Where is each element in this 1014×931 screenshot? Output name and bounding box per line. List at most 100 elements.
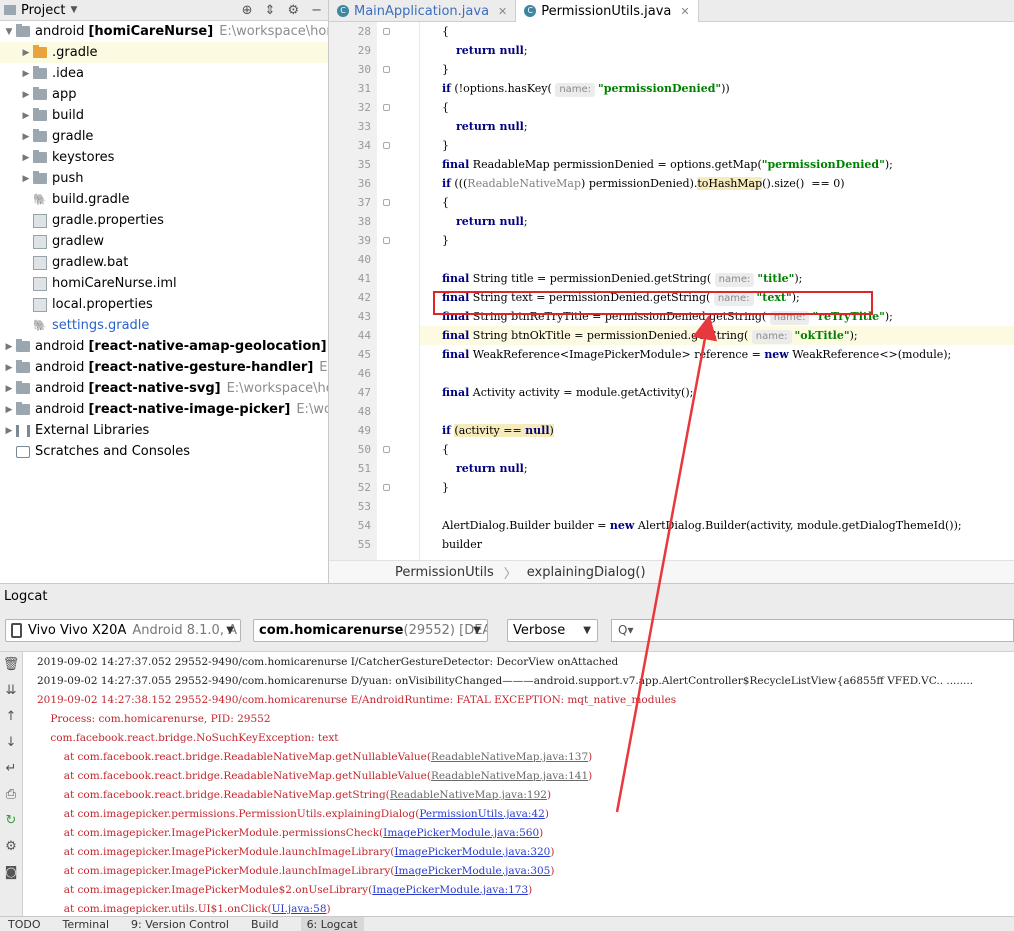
trash-icon[interactable]: 🗑: [0, 652, 22, 678]
fold-marker-icon[interactable]: [383, 104, 390, 111]
tool-window-tab[interactable]: 9: Version Control: [131, 917, 229, 931]
stack-trace-link[interactable]: ImagePickerModule.java:320: [394, 846, 550, 858]
tree-item[interactable]: ▶ android [react-native-gesture-handler] E…: [0, 357, 328, 378]
tree-item-label: gradle: [52, 129, 94, 144]
tree-item[interactable]: ▶ app: [0, 84, 328, 105]
stack-trace-link[interactable]: UI.java:58: [272, 903, 327, 915]
logcat-title: Logcat: [0, 583, 1014, 609]
scroll-to-end-icon[interactable]: ⇊: [0, 678, 22, 704]
tree-item[interactable]: ▶ .gradle: [0, 42, 328, 63]
stack-trace-link[interactable]: PermissionUtils.java:42: [419, 808, 544, 820]
up-icon[interactable]: ↑: [0, 704, 22, 730]
collapsed-arrow-icon[interactable]: ▶: [2, 342, 16, 352]
collapsed-arrow-icon[interactable]: ▶: [19, 153, 33, 163]
breadcrumb-method[interactable]: explainingDialog(): [527, 565, 646, 580]
folder-icon: [16, 402, 30, 415]
fold-marker-icon[interactable]: [383, 28, 390, 35]
camera-icon[interactable]: ◙: [0, 860, 22, 886]
logcat-output[interactable]: 2019-09-02 14:27:37.052 29552-9490/com.h…: [23, 652, 1014, 916]
code-line: return null;: [456, 215, 528, 228]
collapsed-arrow-icon[interactable]: ▶: [19, 111, 33, 121]
tree-item[interactable]: gradlew: [0, 231, 328, 252]
stack-trace-link[interactable]: ReadableNativeMap.java:141: [431, 770, 588, 782]
tree-item[interactable]: Scratches and Consoles: [0, 441, 328, 462]
collapsed-arrow-icon[interactable]: ▶: [19, 132, 33, 142]
tab-main-application[interactable]: C MainApplication.java ✕: [329, 0, 517, 22]
phone-icon: [11, 623, 22, 638]
soft-wrap-icon[interactable]: ↵: [0, 756, 22, 782]
collapsed-arrow-icon[interactable]: ▶: [19, 48, 33, 58]
folder-icon: [33, 129, 47, 142]
collapsed-arrow-icon[interactable]: ▶: [19, 174, 33, 184]
hide-icon[interactable]: −: [311, 3, 322, 18]
tree-item[interactable]: homiCareNurse.iml: [0, 273, 328, 294]
collapse-icon[interactable]: ⇕: [265, 3, 276, 18]
tool-window-tab[interactable]: Build: [251, 917, 279, 931]
fold-marker-icon[interactable]: [383, 142, 390, 149]
gear-icon[interactable]: ⚙: [287, 3, 299, 18]
tree-item[interactable]: ▶ push: [0, 168, 328, 189]
log-line: 2019-09-02 14:27:38.152 29552-9490/com.h…: [37, 694, 677, 706]
stack-trace-link[interactable]: ImagePickerModule.java:305: [394, 865, 550, 877]
fold-marker-icon[interactable]: [383, 199, 390, 206]
project-view-selector[interactable]: Project ▼: [4, 3, 77, 18]
tree-item-label: homiCareNurse.iml: [52, 276, 177, 291]
tree-item[interactable]: ▶ gradle: [0, 126, 328, 147]
collapsed-arrow-icon[interactable]: ▶: [19, 90, 33, 100]
device-selector[interactable]: Vivo Vivo X20A Android 8.1.0, A ▼: [5, 619, 241, 642]
expanded-arrow-icon[interactable]: ▼: [2, 27, 16, 37]
tab-permission-utils[interactable]: C PermissionUtils.java ✕: [516, 0, 699, 22]
collapsed-arrow-icon[interactable]: ▶: [2, 405, 16, 415]
stack-trace-link[interactable]: ReadableNativeMap.java:192: [390, 789, 547, 801]
tree-item[interactable]: 🐘 build.gradle: [0, 189, 328, 210]
collapsed-arrow-icon[interactable]: ▶: [2, 384, 16, 394]
project-tree: ▼ android [homiCareNurse] E:\workspace\hom…: [0, 21, 328, 462]
line-number: 49: [357, 424, 371, 437]
fold-marker-icon[interactable]: [383, 237, 390, 244]
tree-item[interactable]: ▶ android [react-native-svg] E:\workspace\…: [0, 378, 328, 399]
tree-item-label: settings.gradle: [52, 318, 150, 333]
process-selector[interactable]: com.homicarenurse (29552) [DEAI ▼: [253, 619, 488, 642]
log-level-selector[interactable]: Verbose ▼: [507, 619, 598, 642]
breadcrumb-class[interactable]: PermissionUtils: [395, 565, 494, 580]
stack-trace-link[interactable]: ReadableNativeMap.java:137: [431, 751, 588, 763]
fold-marker-icon[interactable]: [383, 66, 390, 73]
tree-item-label: local.properties: [52, 297, 153, 312]
tree-item[interactable]: local.properties: [0, 294, 328, 315]
breadcrumb: PermissionUtils 〉 explainingDialog(): [329, 560, 1014, 583]
tree-item[interactable]: 🐘 settings.gradle: [0, 315, 328, 336]
settings-icon[interactable]: ⚙: [0, 834, 22, 860]
tree-item[interactable]: ▶ External Libraries: [0, 420, 328, 441]
tree-item[interactable]: ▶ build: [0, 105, 328, 126]
tree-item[interactable]: ▼ android [homiCareNurse] E:\workspace\hom…: [0, 21, 328, 42]
fold-marker-icon[interactable]: [383, 446, 390, 453]
log-line: at com.facebook.react.bridge.ReadableNat…: [37, 751, 593, 763]
tool-window-tab[interactable]: TODO: [8, 917, 41, 931]
restart-icon[interactable]: ↻: [0, 808, 22, 834]
tree-item[interactable]: gradlew.bat: [0, 252, 328, 273]
tree-item[interactable]: ▶ keystores: [0, 147, 328, 168]
down-icon[interactable]: ↓: [0, 730, 22, 756]
locate-icon[interactable]: ⊕: [242, 3, 253, 18]
file-icon: [33, 234, 47, 249]
stack-trace-link[interactable]: ImagePickerModule.java:173: [372, 884, 528, 896]
tree-item[interactable]: gradle.properties: [0, 210, 328, 231]
gradle-icon: 🐘: [33, 319, 47, 332]
collapsed-arrow-icon[interactable]: ▶: [19, 69, 33, 79]
tool-window-tab[interactable]: Terminal: [63, 917, 110, 931]
collapsed-arrow-icon[interactable]: ▶: [2, 426, 16, 436]
tool-window-tab[interactable]: 6: Logcat: [300, 917, 364, 931]
print-icon[interactable]: ⎙: [0, 782, 22, 808]
collapsed-arrow-icon[interactable]: ▶: [2, 363, 16, 373]
tree-item[interactable]: ▶ android [react-native-image-picker] E:\w…: [0, 399, 328, 420]
logcat-search-input[interactable]: Q▾: [611, 619, 1014, 642]
file-icon: [33, 297, 47, 312]
stack-trace-link[interactable]: ImagePickerModule.java:560: [383, 827, 539, 839]
tree-item[interactable]: ▶ android [react-native-amap-geolocation]…: [0, 336, 328, 357]
close-icon[interactable]: ✕: [498, 5, 507, 18]
fold-marker-icon[interactable]: [383, 484, 390, 491]
close-icon[interactable]: ✕: [680, 5, 689, 18]
folder-icon: [16, 24, 30, 37]
tree-item[interactable]: ▶ .idea: [0, 63, 328, 84]
log-line: at com.imagepicker.ImagePickerModule.per…: [37, 827, 544, 839]
